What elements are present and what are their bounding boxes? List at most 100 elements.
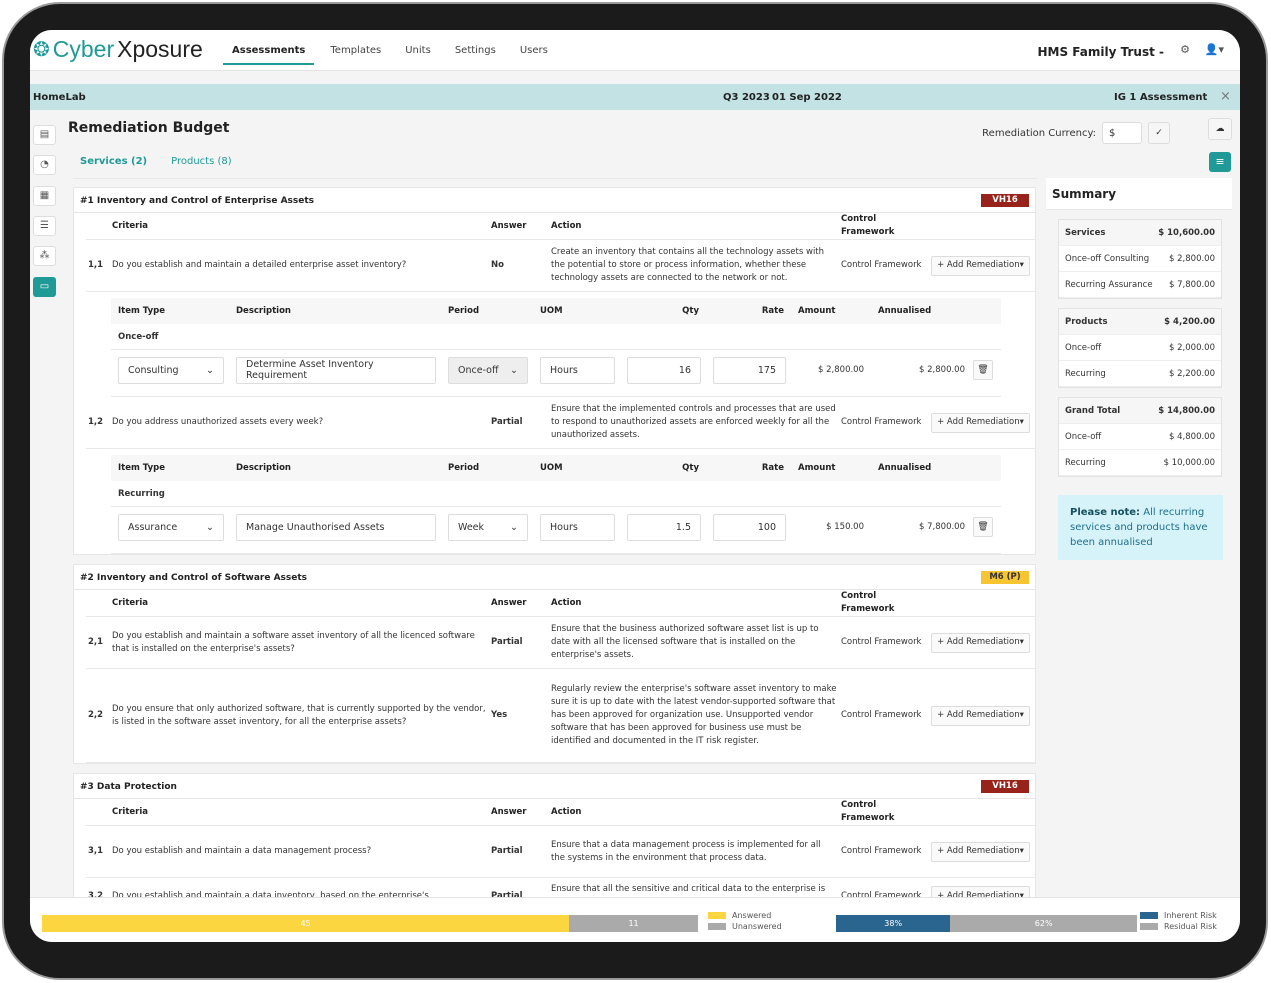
org-dropdown[interactable]: HMS Family Trust - (1038, 45, 1165, 59)
user-icon[interactable]: 👤▾ (1205, 43, 1224, 56)
col-criteria: Criteria (112, 220, 149, 231)
item-type-select[interactable]: Consulting ⌄ (118, 356, 224, 384)
list-icon[interactable]: ☰ (33, 215, 56, 236)
col-qty: Qty (682, 463, 699, 473)
criteria-text: Do you establish and maintain a detailed… (112, 260, 407, 270)
summary-item-value: $ 10,000.00 (1163, 457, 1215, 468)
page-title: Remediation Budget (68, 120, 230, 136)
summary-item: Once-off Consulting $ 2,800.00 (1059, 246, 1221, 272)
col-cf: Control Framework (841, 800, 895, 823)
add-remediation-button[interactable]: + Add Remediation ▾ (931, 255, 1030, 276)
nav-templates[interactable]: Templates (318, 30, 393, 65)
add-remediation-label: + Add Remediation (937, 710, 1020, 720)
summary-title: Summary (1046, 178, 1232, 210)
summary-item-value: $ 7,800.00 (1169, 279, 1215, 290)
section: #3 Data Protection VH16 Criteria Answer Acti… (73, 773, 1036, 897)
add-cell: + Add Remediation ▾ (929, 412, 1037, 433)
tab-products[interactable]: Products (8) (171, 156, 232, 167)
budget-icon[interactable]: ▭ (33, 276, 56, 297)
summary-item-label: Once-off (1065, 431, 1102, 442)
logo[interactable]: ❂ Cyber Xposure (33, 36, 203, 63)
tab-services[interactable]: Services (2) (80, 156, 147, 167)
section: #1 Inventory and Control of Enterprise A… (73, 187, 1036, 555)
period-select[interactable]: Once-off ⌄ (448, 356, 528, 384)
chart-pie-icon[interactable]: ◔ (33, 155, 56, 176)
caret-down-icon: ▾ (1019, 260, 1024, 270)
summary-total: $ 14,800.00 (1158, 405, 1215, 416)
risk-badge: VH16 (981, 194, 1029, 207)
cubes-icon[interactable]: ⁂ (33, 246, 56, 267)
cloud-download-icon[interactable]: ☁ (1208, 118, 1232, 140)
col-action: Action (551, 597, 582, 608)
legend-item: Inherent Risk (1140, 911, 1217, 920)
answer: No (491, 260, 504, 270)
section-title: #2 Inventory and Control of Software Ass… (74, 565, 1035, 590)
servers-icon[interactable]: ▤ (33, 125, 56, 145)
unanswered-segment: 11 (569, 915, 698, 932)
period: Q3 2023 (723, 92, 770, 103)
control-framework: Control Framework (841, 260, 922, 270)
section: #2 Inventory and Control of Software Ass… (73, 564, 1036, 764)
assessment-banner: HomeLab Q3 2023 01 Sep 2022 IG 1 Assessm… (30, 84, 1240, 110)
summary-group-header: Services $ 10,600.00 (1059, 220, 1221, 246)
col-rate: Rate (761, 306, 784, 316)
nav-assessments[interactable]: Assessments (223, 30, 315, 65)
add-remediation-button[interactable]: + Add Remediation ▾ (931, 841, 1030, 862)
unit-name: HomeLab (33, 92, 86, 103)
menu-icon[interactable]: ≡ (1209, 152, 1231, 172)
nav-users[interactable]: Users (508, 30, 560, 65)
add-remediation-button[interactable]: + Add Remediation ▾ (931, 705, 1030, 726)
period-select[interactable]: Week ⌄ (448, 513, 528, 541)
rate-input[interactable]: 175 (713, 356, 786, 384)
criteria-text: Do you establish and maintain a data inv… (112, 890, 429, 898)
legend-label: Answered (732, 911, 772, 920)
criteria-text: Do you establish and maintain a data man… (112, 846, 372, 856)
budget-tabs: Services (2) Products (8) (80, 156, 232, 167)
summary-group: Services $ 10,600.00 Once-off Consulting $ … (1058, 219, 1222, 299)
item-type-select[interactable]: Assurance ⌄ (118, 513, 224, 541)
rate-input-value: 175 (757, 364, 776, 376)
grid-icon[interactable]: ▦ (33, 185, 56, 206)
trash-icon[interactable]: 🗑 (973, 517, 993, 537)
uom-input[interactable]: Hours (540, 513, 615, 541)
summary-item: Recurring Assurance $ 7,800.00 (1059, 272, 1221, 298)
summary-total: $ 4,200.00 (1164, 316, 1215, 327)
uom-input[interactable]: Hours (540, 356, 615, 384)
gear-icon[interactable]: ⚙ (1180, 43, 1190, 56)
currency-input[interactable]: $ (1102, 122, 1142, 144)
close-icon[interactable]: × (1220, 89, 1231, 104)
col-item_type: Item Type (118, 306, 165, 316)
add-remediation-button[interactable]: + Add Remediation ▾ (931, 886, 1030, 897)
caret-down-icon: ▾ (1019, 417, 1024, 427)
description-input[interactable]: Manage Unauthorised Assets (236, 513, 436, 541)
confirm-check-icon[interactable]: ✓ (1148, 122, 1170, 144)
section-title: #3 Data Protection VH16 (74, 774, 1035, 799)
legend-swatch (708, 912, 726, 919)
caret-down-icon: ▾ (1019, 637, 1024, 647)
qty-input[interactable]: 1.5 (627, 513, 701, 541)
summary-item-label: Recurring (1065, 368, 1106, 379)
summary-item-label: Once-off (1065, 342, 1102, 353)
nav-settings[interactable]: Settings (443, 30, 508, 65)
description-input-value: Determine Asset Inventory Requirement (246, 359, 374, 381)
chevron-down-icon: ⌄ (206, 521, 214, 533)
summary-item: Once-off $ 2,000.00 (1059, 335, 1221, 361)
trash-icon[interactable]: 🗑 (973, 360, 993, 380)
col-uom: UOM (540, 463, 563, 473)
col-amount: Amount (798, 306, 836, 316)
legend-label: Residual Risk (1164, 922, 1217, 931)
description-input[interactable]: Determine Asset Inventory Requirement (236, 356, 436, 384)
add-remediation-button[interactable]: + Add Remediation ▾ (931, 632, 1030, 653)
add-remediation-button[interactable]: + Add Remediation ▾ (931, 412, 1030, 433)
action-text: Ensure that the implemented controls and… (551, 404, 836, 440)
logo-icon: ❂ (33, 39, 50, 61)
nav-units[interactable]: Units (393, 30, 443, 65)
summary-item-value: $ 2,800.00 (1169, 253, 1215, 264)
criteria-row: 2,2 Do you ensure that only authorized so… (86, 669, 1035, 763)
rate-input[interactable]: 100 (713, 513, 786, 541)
currency-controls: Remediation Currency: $ ✓ (982, 122, 1170, 144)
qty-input[interactable]: 16 (627, 356, 701, 384)
date: 01 Sep 2022 (772, 92, 842, 103)
col-qty: Qty (682, 306, 699, 316)
legend-swatch (708, 923, 726, 930)
